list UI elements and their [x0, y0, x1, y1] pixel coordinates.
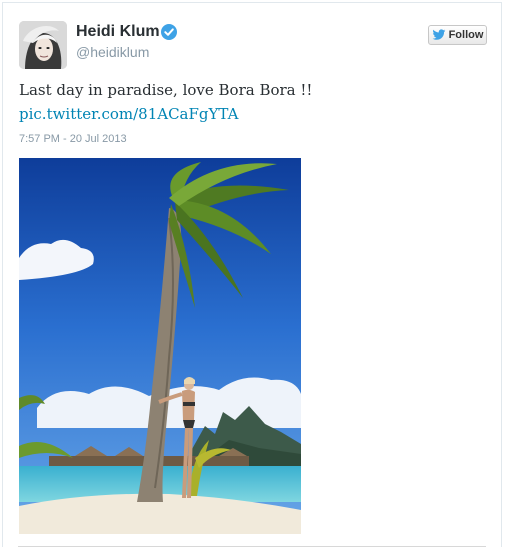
- verified-badge-icon: [161, 24, 177, 40]
- author-handle[interactable]: @heidiklum: [76, 44, 149, 60]
- twitter-bird-icon: [432, 29, 445, 40]
- follow-label: Follow: [448, 29, 484, 41]
- avatar[interactable]: [19, 21, 67, 69]
- card-divider: [18, 546, 486, 547]
- tweet-timestamp[interactable]: 7:57 PM - 20 Jul 2013: [19, 133, 127, 145]
- beach-palm-photo: [19, 158, 301, 534]
- follow-button[interactable]: Follow: [428, 25, 487, 45]
- author-name[interactable]: Heidi Klum: [76, 23, 160, 41]
- tweet-text: Last day in paradise, love Bora Bora !!: [19, 81, 313, 99]
- tweet-photo[interactable]: [19, 158, 301, 534]
- avatar-portrait: [19, 21, 67, 69]
- tweet-media-link[interactable]: pic.twitter.com/81ACaFgYTA: [19, 105, 238, 123]
- tweet-card: Heidi Klum @heidiklum Follow Last day in…: [2, 2, 502, 547]
